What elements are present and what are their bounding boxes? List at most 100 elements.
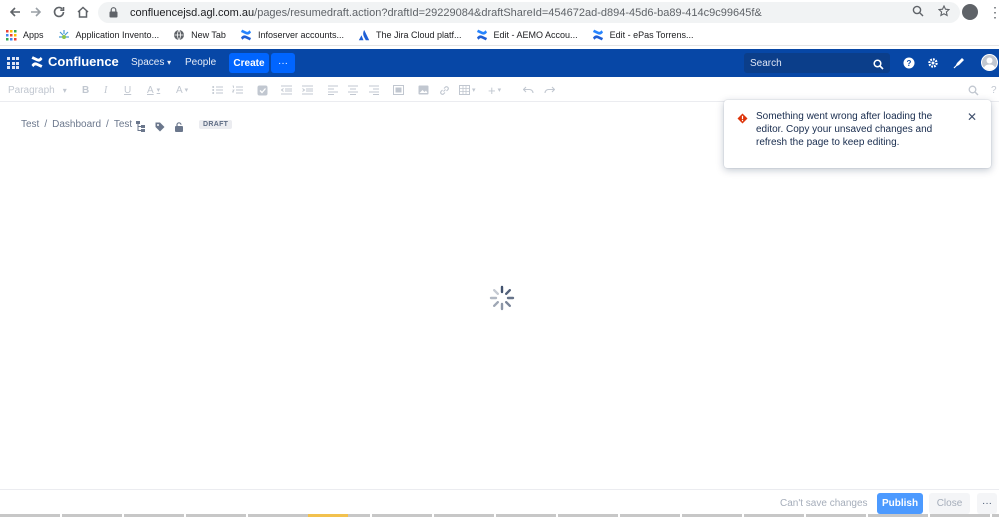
draft-badge: DRAFT	[199, 120, 233, 129]
help-icon[interactable]: ?	[902, 56, 916, 70]
restrictions-lock-icon[interactable]	[174, 119, 184, 137]
editor-footer: Can't save changes Publish Close ···	[0, 489, 999, 517]
redo-icon[interactable]	[544, 84, 555, 96]
chevron-down-icon: ▾	[62, 85, 67, 95]
search-input[interactable]	[744, 57, 864, 69]
editor-toolbar: Paragraph ▾ B I U A ▾ A ▾ ▾ + ▾ ?	[0, 78, 999, 102]
breadcrumb-separator: /	[44, 119, 48, 130]
align-left-icon[interactable]	[328, 84, 338, 96]
undo-icon[interactable]	[523, 84, 534, 96]
spaces-label: Spaces	[131, 57, 165, 68]
page-tree-icon[interactable]	[136, 119, 146, 137]
profile-icon[interactable]	[962, 4, 978, 20]
people-link[interactable]: People	[185, 57, 216, 68]
image-icon[interactable]	[418, 84, 429, 96]
create-button[interactable]: Create	[229, 53, 269, 73]
app-switcher-icon[interactable]	[7, 57, 19, 69]
indent-icon[interactable]	[302, 84, 313, 96]
text-format-icon[interactable]: A ▾	[176, 84, 188, 96]
error-message: Something went wrong after loading the e…	[756, 111, 933, 148]
bookmark-new-tab[interactable]: New Tab	[173, 29, 226, 41]
bookmark-label: Apps	[23, 30, 44, 40]
bookmark-label: Edit - ePas Torrens...	[609, 30, 694, 40]
globe-icon	[173, 29, 185, 41]
search-icon[interactable]	[873, 57, 884, 75]
breadcrumb-item[interactable]: Test	[114, 119, 132, 130]
atlassian-icon	[358, 29, 370, 41]
search-box[interactable]	[744, 53, 890, 73]
error-flag: Something went wrong after loading the e…	[724, 100, 991, 168]
confluence-header: Confluence Spaces ▾ People Create ··· ?	[0, 49, 999, 77]
bold-icon[interactable]: B	[82, 84, 89, 96]
task-list-icon[interactable]	[257, 84, 268, 96]
address-bar[interactable]: confluencejsd.agl.com.au/pages/resumedra…	[98, 2, 960, 23]
bookmark-infoserver[interactable]: Infoserver accounts...	[240, 29, 344, 41]
label-tag-icon[interactable]	[155, 119, 165, 137]
spaces-menu[interactable]: Spaces ▾	[131, 57, 171, 68]
app-inventor-icon	[58, 29, 70, 41]
italic-icon[interactable]: I	[104, 84, 107, 96]
bookmark-label: Infoserver accounts...	[257, 30, 344, 40]
browser-menu-icon[interactable]: ⋮	[988, 4, 999, 21]
align-right-icon[interactable]	[369, 84, 379, 96]
paragraph-select[interactable]: Paragraph ▾	[8, 84, 70, 96]
bookmarks-bar: Apps Application Invento... New Tab Info…	[0, 25, 999, 46]
bookmark-label: Edit - AEMO Accou...	[493, 30, 578, 40]
url-host: confluencejsd.agl.com.au	[130, 6, 255, 19]
table-icon[interactable]: ▾	[459, 84, 476, 96]
paragraph-label: Paragraph	[8, 84, 55, 96]
forward-icon[interactable]	[24, 0, 48, 24]
avatar[interactable]	[981, 54, 998, 71]
chevron-down-icon: ▾	[167, 58, 172, 67]
layout-icon[interactable]	[393, 84, 404, 96]
bullet-list-icon[interactable]	[212, 84, 223, 96]
bookmark-jira-cloud[interactable]: The Jira Cloud platf...	[358, 29, 462, 41]
breadcrumb-separator: /	[106, 119, 109, 130]
bookmark-label: New Tab	[191, 30, 226, 40]
notifications-icon[interactable]	[952, 56, 966, 70]
bookmark-label: Application Invento...	[75, 30, 160, 40]
reload-icon[interactable]	[47, 0, 71, 24]
home-icon[interactable]	[71, 0, 95, 24]
bookmark-label: The Jira Cloud platf...	[375, 30, 462, 40]
page-meta-icons	[136, 119, 184, 137]
breadcrumb: Test / Dashboard / Test	[21, 119, 132, 130]
url-text: confluencejsd.agl.com.au/pages/resumedra…	[130, 7, 762, 19]
breadcrumb-item[interactable]: Dashboard	[52, 119, 101, 130]
confluence-logo[interactable]: Confluence	[30, 54, 119, 69]
insert-icon[interactable]: + ▾	[488, 83, 501, 98]
zoom-icon[interactable]	[912, 5, 924, 20]
error-icon	[737, 111, 748, 129]
breadcrumb-item[interactable]: Test	[21, 119, 39, 130]
text-color-icon[interactable]: A ▾	[147, 84, 160, 96]
underline-icon[interactable]: U	[124, 84, 131, 96]
url-path: /pages/resumedraft.action?draftId=292290…	[254, 6, 762, 19]
browser-toolbar: confluencejsd.agl.com.au/pages/resumedra…	[0, 0, 999, 25]
outdent-icon[interactable]	[281, 84, 292, 96]
close-button[interactable]: Close	[929, 493, 970, 514]
find-icon[interactable]	[968, 84, 979, 96]
link-icon[interactable]	[439, 84, 450, 96]
confluence-icon	[476, 29, 488, 41]
more-button[interactable]: ···	[271, 53, 295, 73]
confluence-icon	[240, 29, 252, 41]
align-center-icon[interactable]	[348, 84, 358, 96]
help-icon[interactable]: ?	[991, 84, 997, 96]
svg-text:?: ?	[907, 59, 912, 68]
confluence-icon	[592, 29, 604, 41]
confluence-logo-icon	[31, 55, 43, 68]
numbered-list-icon[interactable]	[232, 84, 243, 96]
save-status: Can't save changes	[780, 498, 868, 509]
more-actions-button[interactable]: ···	[977, 493, 997, 514]
lock-icon	[106, 7, 120, 18]
bookmark-aemo[interactable]: Edit - AEMO Accou...	[476, 29, 578, 41]
bookmark-star-icon[interactable]	[937, 4, 951, 20]
close-icon[interactable]: ✕	[967, 110, 977, 124]
loading-spinner-icon	[489, 285, 515, 311]
bookmark-application-inventory[interactable]: Application Invento...	[58, 29, 160, 41]
bookmark-apps[interactable]: Apps	[5, 29, 44, 41]
gear-icon[interactable]	[926, 56, 940, 70]
publish-button[interactable]: Publish	[877, 493, 923, 514]
logo-text: Confluence	[48, 54, 119, 69]
bookmark-epas[interactable]: Edit - ePas Torrens...	[592, 29, 694, 41]
